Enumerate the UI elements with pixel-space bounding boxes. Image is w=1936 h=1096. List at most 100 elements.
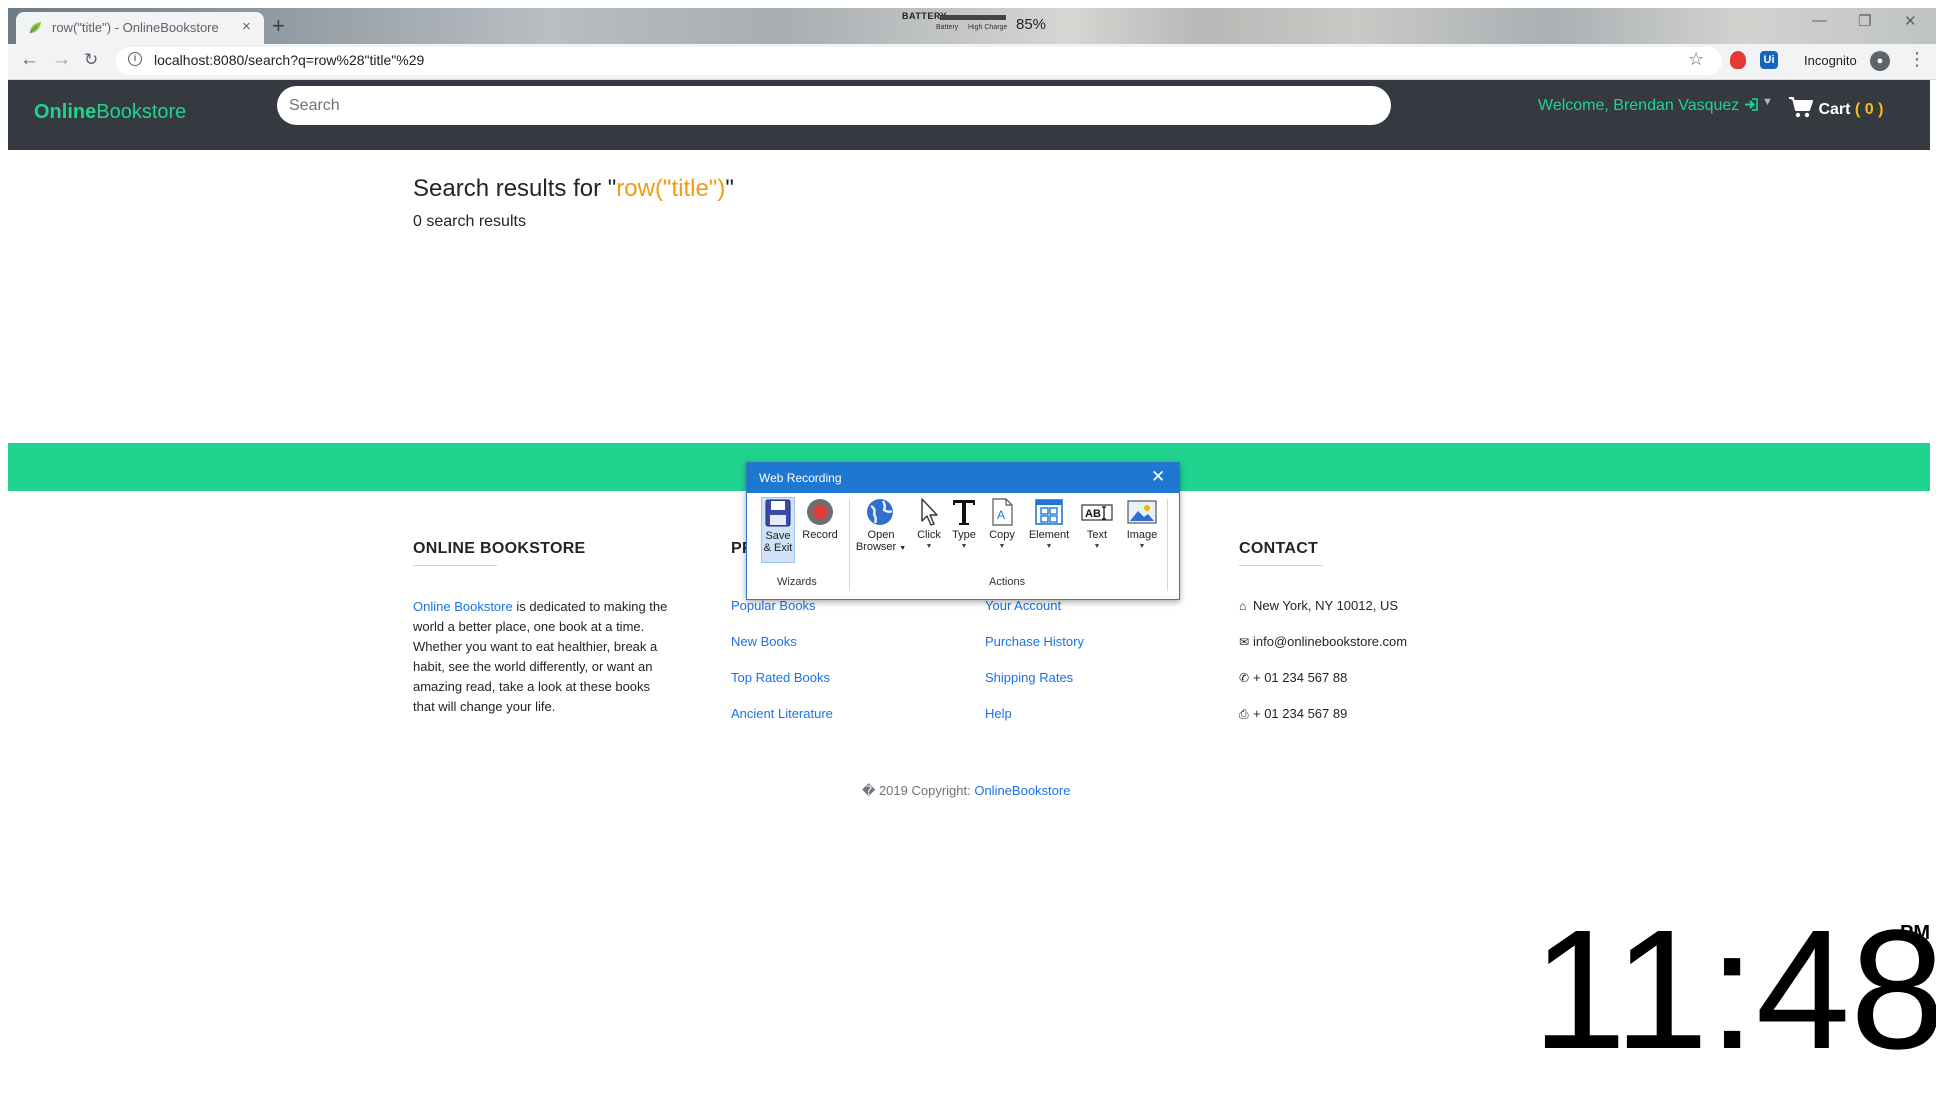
new-tab-button[interactable]: +: [272, 13, 285, 39]
actions-group-label: Actions: [989, 576, 1026, 588]
click-label: Click: [917, 529, 941, 541]
footer-link-your-account[interactable]: Your Account: [985, 598, 1061, 613]
phone-icon: ✆: [1239, 671, 1250, 685]
record-icon: [807, 499, 833, 525]
home-icon: ⌂: [1239, 599, 1247, 613]
welcome-text: Welcome, Brendan Vasquez: [1538, 97, 1740, 114]
brand-bold: Online: [34, 101, 97, 123]
browser-tab[interactable]: row("title") - OnlineBookstore ×: [16, 12, 264, 44]
footer-link-popular-books[interactable]: Popular Books: [731, 598, 816, 613]
footer-about-text: Online Bookstore is dedicated to making …: [413, 597, 675, 717]
footer-link-shipping-rates[interactable]: Shipping Rates: [985, 670, 1073, 685]
dropdown-caret-icon: ▼: [998, 543, 1006, 550]
minimize-icon[interactable]: —: [1812, 12, 1827, 29]
brand-logo[interactable]: OnlineBookstore: [34, 101, 186, 124]
envelope-icon: ✉: [1239, 635, 1250, 649]
browser-chrome: row("title") - OnlineBookstore × + BATTE…: [8, 8, 1936, 80]
dropdown-caret-icon: ▼: [1138, 543, 1146, 550]
battery-percent: 85%: [1016, 16, 1047, 33]
recorder-titlebar[interactable]: Web Recording ✕: [747, 463, 1179, 493]
incognito-label: Incognito: [1804, 53, 1857, 68]
dropdown-caret-icon: ▼: [1093, 543, 1101, 550]
divider: [1239, 565, 1323, 566]
globe-icon: [867, 499, 893, 525]
cart-link[interactable]: Cart ( 0 ): [1788, 96, 1883, 119]
type-t-icon: [953, 500, 975, 525]
footer-link-top-rated-books[interactable]: Top Rated Books: [731, 670, 830, 685]
contact-phone: ✆ + 01 234 567 88: [1239, 670, 1347, 685]
close-tab-icon[interactable]: ×: [242, 18, 251, 35]
footer-link-new-books[interactable]: New Books: [731, 634, 797, 649]
site-navbar: OnlineBookstore Welcome, Brendan Vasquez…: [8, 80, 1930, 150]
footer-link-help[interactable]: Help: [985, 706, 1012, 721]
cart-label: Cart: [1818, 101, 1851, 118]
image-button[interactable]: Image ▼: [1121, 497, 1163, 563]
browser-menu-icon[interactable]: ⋮: [1908, 49, 1926, 70]
recorder-title: Web Recording: [759, 471, 842, 485]
browser-toolbar: ← → ↻ i localhost:8080/search?q=row%28"t…: [8, 44, 1936, 80]
tab-title: row("title") - OnlineBookstore: [52, 20, 219, 35]
save-label-1: Save: [765, 530, 791, 542]
user-menu[interactable]: Welcome, Brendan Vasquez: [1538, 97, 1758, 115]
results-count: 0 search results: [413, 213, 526, 230]
record-button[interactable]: Record: [801, 497, 839, 563]
address-bar[interactable]: i localhost:8080/search?q=row%28"title"%…: [116, 47, 1722, 75]
text-button[interactable]: AB Text ▼: [1079, 497, 1115, 563]
desktop-clock: 11:48: [1532, 895, 1936, 1085]
open-browser-label-1: Open: [867, 529, 895, 541]
uipath-extension-icon[interactable]: Ui: [1760, 51, 1778, 69]
forward-icon[interactable]: →: [52, 49, 71, 71]
copy-document-icon: A: [992, 498, 1013, 526]
image-icon: [1127, 500, 1157, 524]
copyright: � 2019 Copyright: OnlineBookstore: [862, 783, 1070, 799]
close-icon[interactable]: ✕: [1151, 467, 1165, 487]
copyright-link[interactable]: OnlineBookstore: [974, 783, 1070, 798]
contact-address: ⌂ New York, NY 10012, US: [1239, 598, 1398, 613]
search-input[interactable]: [277, 86, 1391, 125]
restore-icon[interactable]: ❐: [1858, 12, 1871, 30]
reload-icon[interactable]: ↻: [84, 50, 98, 70]
chevron-down-icon[interactable]: ▼: [1762, 96, 1773, 108]
address-text: New York, NY 10012, US: [1253, 598, 1399, 613]
svg-text:AB: AB: [1085, 508, 1101, 520]
type-button[interactable]: Type ▼: [949, 497, 979, 563]
battery-sub-right: High Charge: [968, 24, 1008, 31]
dropdown-caret-icon: ▼: [899, 545, 907, 552]
open-browser-label-2: Browser: [855, 541, 897, 553]
email-text: info@onlinebookstore.com: [1253, 634, 1408, 649]
copyright-text: � 2019 Copyright:: [862, 783, 975, 798]
clock-ampm: PM: [1900, 922, 1930, 944]
element-grid-icon: [1035, 499, 1063, 525]
copy-button[interactable]: A Copy ▼: [985, 497, 1019, 563]
save-exit-button[interactable]: Save & Exit: [761, 497, 795, 563]
footer-link-purchase-history[interactable]: Purchase History: [985, 634, 1084, 649]
wizards-group-label: Wizards: [777, 576, 817, 588]
cart-count: 0: [1864, 101, 1874, 118]
info-icon[interactable]: i: [128, 52, 142, 66]
battery-widget: BATTERY Battery High Charge 85%: [892, 10, 1060, 40]
web-recording-window: Web Recording ✕ Save & Exit Record Wizar…: [746, 462, 1180, 600]
divider: [413, 565, 497, 566]
text-label: Text: [1086, 529, 1108, 541]
incognito-icon[interactable]: ●: [1870, 51, 1890, 71]
footer-about-heading: ONLINE BOOKSTORE: [413, 540, 586, 557]
back-icon[interactable]: ←: [20, 49, 39, 71]
cursor-icon: [921, 498, 938, 526]
open-browser-button[interactable]: Open Browser ▼: [855, 497, 907, 563]
window-close-icon[interactable]: ✕: [1904, 12, 1917, 30]
contact-email: ✉ info@onlinebookstore.com: [1239, 634, 1407, 649]
floppy-disk-icon: [765, 499, 791, 527]
element-button[interactable]: Element ▼: [1025, 497, 1073, 563]
bookmark-star-icon[interactable]: ☆: [1688, 49, 1704, 70]
about-link[interactable]: Online Bookstore: [413, 599, 513, 614]
footer-link-ancient-literature[interactable]: Ancient Literature: [731, 706, 833, 721]
page-title: Search results for "row("title")": [413, 175, 734, 203]
click-button[interactable]: Click ▼: [913, 497, 945, 563]
fax-text: + 01 234 567 89: [1253, 706, 1348, 721]
shield-extension-icon[interactable]: [1730, 51, 1746, 69]
footer-contact-heading: CONTACT: [1239, 540, 1319, 557]
type-label: Type: [952, 529, 976, 541]
text-field-icon: AB: [1081, 504, 1113, 521]
battery-sub-left: Battery: [936, 24, 959, 31]
about-body: is dedicated to making the world a bette…: [413, 599, 668, 714]
